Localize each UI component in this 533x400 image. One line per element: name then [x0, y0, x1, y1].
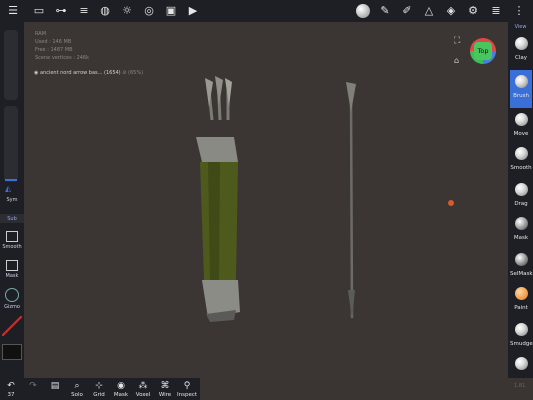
mask-icon — [515, 217, 528, 230]
mask-label: Mask — [5, 273, 19, 279]
clay-icon — [515, 37, 528, 50]
stack-icon[interactable]: ◈ — [444, 4, 458, 18]
more-tool-icon — [515, 357, 528, 370]
stroke-preview[interactable] — [2, 316, 22, 336]
undo-button[interactable]: ↶ 37 — [0, 380, 22, 400]
hidden-icon: ⊘ — [122, 70, 127, 76]
paint-icon — [515, 287, 528, 300]
more-icon[interactable]: ⋮ — [512, 4, 526, 18]
ram-used: Used : 146 MB — [35, 39, 72, 45]
left-toolbar: ◭ Sym Sub Smooth Mask Gizmo — [0, 22, 24, 378]
mask-visibility-button[interactable]: ◉ Mask — [110, 380, 132, 400]
grid-button[interactable]: ⊹ Grid — [88, 380, 110, 400]
scene-item-row[interactable]: ◉ ancient nord arrow bas... (1654) ⊘ (65… — [34, 70, 143, 76]
tool-paint[interactable]: Paint — [510, 282, 532, 320]
quiver-model — [196, 76, 240, 322]
redo-button[interactable]: ↷ — [22, 380, 44, 400]
wire-button[interactable]: ⌘ Wire — [154, 380, 176, 400]
gizmo-icon[interactable] — [5, 288, 19, 302]
settings-icon[interactable]: ⚙ — [466, 4, 480, 18]
scene-vertices: Scene vertices : 246k — [35, 55, 90, 61]
grid-icon: ⊹ — [95, 381, 103, 391]
sun-icon[interactable]: ☼ — [120, 4, 134, 18]
video-icon[interactable]: ▶ — [186, 4, 200, 18]
inspect-button[interactable]: ⚲ Inspect — [176, 380, 198, 400]
undo-icon: ↶ — [7, 381, 15, 391]
globe-icon[interactable]: ◍ — [98, 4, 112, 18]
tool-smudge[interactable]: Smudge — [510, 318, 533, 356]
matcap-icon[interactable] — [356, 4, 370, 18]
scene-graph-icon[interactable]: ⊶ — [54, 4, 68, 18]
radius-slider[interactable] — [4, 30, 18, 100]
top-toolbar: ☰ ▭ ⊶ ≡ ◍ ☼ ◎ ▣ ▶ ✎ ✐ △ ◈ ⚙ ≣ ⋮ — [0, 0, 533, 22]
tool-smooth[interactable]: Smooth — [510, 142, 532, 180]
wire-icon: ⌘ — [160, 381, 170, 391]
gizmo-label: Gizmo — [4, 304, 20, 310]
voxel-icon: ⁂ — [138, 381, 148, 391]
undo-count: 37 — [7, 392, 15, 398]
ram-free: Free : 1487 MB — [35, 47, 73, 53]
gizmo-top-face[interactable]: Top — [474, 42, 492, 60]
tool-move[interactable]: Move — [510, 108, 532, 146]
view-label[interactable]: View — [508, 24, 533, 30]
tool-more[interactable] — [510, 352, 532, 374]
selmask-icon — [515, 253, 528, 266]
move-icon — [515, 113, 528, 126]
redo-icon: ↷ — [29, 381, 37, 391]
tool-selmask[interactable]: SelMask — [510, 248, 533, 286]
smudge-icon — [515, 323, 528, 336]
scene-item-opacity: (65%) — [128, 70, 144, 76]
home-icon[interactable]: ⌂ — [454, 56, 459, 65]
mesh-icon: ▤ — [50, 381, 60, 391]
tool-clay[interactable]: Clay — [510, 32, 532, 70]
fullscreen-icon[interactable]: ⛶ — [454, 36, 460, 46]
pen-icon[interactable]: ✐ — [400, 4, 414, 18]
mesh-button[interactable]: ▤ — [44, 380, 66, 400]
inspect-icon: ⚲ — [183, 381, 191, 391]
alpha-preview[interactable] — [2, 344, 22, 360]
smooth-tool-icon[interactable] — [6, 231, 18, 242]
sub-tab[interactable]: Sub — [0, 214, 24, 223]
object-icon: ◉ — [34, 70, 39, 76]
intensity-slider[interactable] — [4, 106, 18, 182]
smooth-icon — [515, 147, 528, 160]
smooth-label: Smooth — [2, 244, 22, 250]
menu-icon[interactable]: ☰ — [6, 4, 20, 18]
mask-tool-icon[interactable] — [6, 260, 18, 271]
eye-icon: ◉ — [117, 381, 125, 391]
brush-icon — [515, 75, 528, 88]
sym-label: Sym — [6, 197, 18, 203]
material-icon[interactable]: ◎ — [142, 4, 156, 18]
folder-icon[interactable]: ▭ — [32, 4, 46, 18]
stroke-icon[interactable]: △ — [422, 4, 436, 18]
voxel-button[interactable]: ⁂ Voxel — [132, 380, 154, 400]
tool-brush[interactable]: Brush — [510, 70, 532, 108]
brush-settings-icon[interactable]: ✎ — [378, 4, 392, 18]
ram-label: RAM — [35, 31, 47, 37]
symmetry-icon[interactable]: ◭ — [5, 184, 11, 193]
view-gizmo[interactable]: Top — [470, 38, 496, 64]
corner-text: 1.81 — [514, 383, 526, 389]
tool-mask[interactable]: Mask — [510, 212, 532, 250]
pivot-dot — [448, 200, 454, 206]
scene-item-name: ancient nord arrow bas... (1654) — [39, 70, 121, 76]
sliders-icon[interactable]: ≣ — [489, 4, 503, 18]
search-icon: ⌕ — [74, 381, 80, 391]
tool-drag[interactable]: Drag — [510, 178, 532, 216]
image-icon[interactable]: ▣ — [164, 4, 178, 18]
solo-button[interactable]: ⌕ Solo — [66, 380, 88, 400]
drag-icon — [515, 183, 528, 196]
arrow-model — [346, 82, 356, 320]
layers-icon[interactable]: ≡ — [77, 4, 91, 18]
